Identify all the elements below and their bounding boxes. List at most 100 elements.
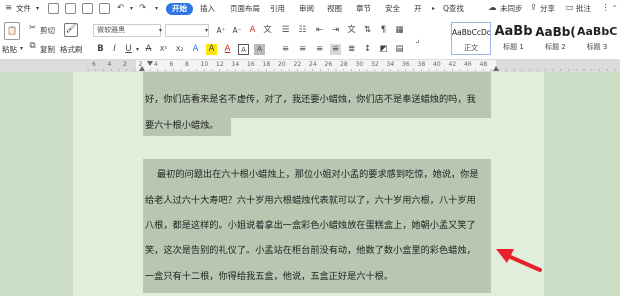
superscript-button[interactable]: X² (157, 44, 170, 55)
red-arrow-annotation (496, 249, 542, 272)
font-color-button[interactable]: A (222, 44, 233, 55)
undo-dropdown-icon[interactable]: ▾ (126, 3, 137, 14)
cloud-sync-icon[interactable]: ☁ (487, 3, 498, 14)
style-normal-preview: AaBbCcDd (452, 28, 490, 37)
export-pdf-icon[interactable] (65, 3, 76, 14)
increase-indent-icon[interactable]: ⇥ (330, 25, 341, 36)
justify-icon[interactable]: ≡ (330, 44, 341, 55)
collapse-ribbon-icon[interactable]: ^ (609, 3, 620, 14)
comment-icon[interactable]: ▭ (564, 3, 575, 14)
numbered-list-icon[interactable]: ☷ (297, 25, 308, 36)
ruler-number: 2 (123, 61, 127, 68)
show-marks-icon[interactable]: ¶ (378, 25, 389, 36)
file-menu[interactable]: 文件 (16, 3, 31, 15)
tab-security[interactable]: 安全 (385, 3, 400, 15)
ruler-number: 32 (371, 61, 379, 68)
save-icon[interactable] (48, 3, 59, 14)
align-right-icon[interactable]: ≡ (314, 44, 325, 55)
tab-home[interactable]: 开始 (166, 3, 193, 15)
horizontal-ruler[interactable]: 6 4 2 2 4 6 8 10 12 14 16 18 20 22 24 26 28 30 32 34 36 38 40 4… (0, 60, 620, 72)
search-button[interactable]: Q查找 (443, 3, 464, 15)
tab-developer[interactable]: 开 (414, 3, 422, 15)
paste-dropdown-icon[interactable]: ▾ (16, 43, 27, 54)
copy-button[interactable]: 复制 (40, 44, 55, 55)
file-menu-arrow[interactable]: ▾ (36, 3, 39, 15)
menu-bar: ≡ 文件 ▾ ↶ ▾ ↷ ▾ 开始 插入 页面布局 引用 审阅 视图 章节 安全… (0, 0, 620, 18)
tab-scroll-right-icon[interactable]: ▸ (428, 3, 439, 14)
paste-icon[interactable]: 📋 (4, 22, 20, 40)
align-center-icon[interactable]: ≡ (297, 44, 308, 55)
print-icon[interactable] (82, 3, 93, 14)
highlight-color-button[interactable]: A (206, 44, 217, 55)
ruler-number: 42 (448, 61, 457, 68)
underline-dropdown-icon[interactable]: ▾ (132, 44, 143, 55)
hamburger-icon[interactable]: ≡ (3, 3, 14, 14)
first-line-indent-marker[interactable] (147, 61, 153, 66)
decrease-indent-icon[interactable]: ⇤ (314, 25, 325, 36)
font-size-dropdown-icon[interactable]: ▾ (201, 25, 212, 36)
doc-line-3: 最初的问题出在六十根小蜡烛上，那位小姐对小孟的要求感到吃惊，她说，你是 (157, 169, 479, 180)
style-heading1-label: 标题 1 (503, 43, 524, 51)
style-heading1-preview: AaBb (494, 25, 533, 39)
style-heading1[interactable]: AaBb 标题 1 (493, 22, 534, 55)
format-painter-button[interactable]: 格式刷 (60, 44, 83, 55)
hanging-indent-marker[interactable] (139, 66, 145, 71)
ruler-number: 24 (309, 61, 317, 68)
tab-page-layout[interactable]: 页面布局 (230, 3, 260, 15)
font-shrink-button[interactable]: A⁻ (230, 25, 244, 36)
comment-button[interactable]: 批注 (576, 3, 591, 15)
font-name-value: 微软雅黑 (97, 26, 125, 34)
borders-icon[interactable]: ▦ (394, 25, 405, 36)
copy-icon[interactable]: ⧉ (27, 41, 38, 52)
char-border-icon[interactable]: A (238, 44, 249, 55)
cut-button[interactable]: 剪切 (40, 25, 55, 36)
ruler-number: 28 (340, 61, 348, 68)
paragraph-settings-icon[interactable]: ⌟ (412, 35, 423, 46)
font-name-select[interactable]: 微软雅黑 (93, 24, 161, 37)
cut-icon[interactable]: ✂ (27, 23, 38, 34)
share-button[interactable]: 分享 (540, 3, 555, 15)
style-heading3[interactable]: AaBbC 标题 3 (577, 22, 617, 55)
pinyin-guide-icon[interactable]: 文 (262, 25, 273, 36)
tab-review[interactable]: 审阅 (299, 3, 314, 15)
bullet-list-icon[interactable]: ☰ (280, 25, 291, 36)
ruler-number: 34 (386, 61, 395, 68)
font-grow-button[interactable]: A⁺ (214, 25, 228, 36)
ruler-number: 16 (247, 61, 255, 68)
subscript-button[interactable]: X₂ (173, 44, 186, 55)
format-painter-icon[interactable]: 🖌 (64, 23, 78, 37)
doc-line-4: 给老人过六十大寿吧？六十岁用六根蜡烛代表就可以了，六十岁用六根，八十岁用 (145, 195, 476, 206)
ruler-number: 26 (324, 61, 333, 68)
style-heading3-preview: AaBbC (577, 25, 617, 38)
ruler-number: 18 (262, 61, 271, 68)
print-preview-icon[interactable] (99, 3, 110, 14)
align-left-icon[interactable]: ≡ (280, 44, 291, 55)
border-dropdown-icon[interactable]: ▤ (394, 44, 405, 55)
chinese-layout-icon[interactable]: 文 (346, 25, 357, 36)
tab-references[interactable]: 引用 (270, 3, 285, 15)
shading-icon[interactable]: ◩ (378, 44, 389, 55)
tab-chapter[interactable]: 章节 (356, 3, 371, 15)
text-effect-button[interactable]: A (190, 44, 201, 55)
clear-format-button[interactable]: A (247, 25, 258, 36)
right-indent-marker[interactable] (493, 66, 499, 71)
char-shading-icon[interactable]: A (254, 44, 265, 55)
italic-button[interactable]: I (109, 44, 120, 55)
distribute-icon[interactable]: ≣ (346, 44, 357, 55)
quick-access-dropdown-icon[interactable]: ▾ (151, 3, 162, 14)
tab-view[interactable]: 视图 (327, 3, 342, 15)
undo-icon[interactable]: ↶ (115, 3, 126, 14)
ruler-number: 6 (169, 61, 174, 68)
style-normal[interactable]: AaBbCcDd 正文 (451, 22, 491, 55)
strikethrough-button[interactable]: A (143, 44, 154, 55)
ruler-number: 46 (464, 61, 472, 68)
sort-icon[interactable]: ⇅ (362, 25, 373, 36)
redo-icon[interactable]: ↷ (137, 3, 148, 14)
bold-button[interactable]: B (95, 44, 106, 55)
line-spacing-icon[interactable]: ↕ (362, 44, 373, 55)
paste-label[interactable]: 粘贴 (2, 44, 17, 55)
sync-status[interactable]: 未同步 (500, 3, 523, 15)
style-heading2[interactable]: AaBb( 标题 2 (535, 22, 576, 55)
share-icon[interactable]: ⇪ (528, 3, 539, 14)
tab-insert[interactable]: 插入 (200, 3, 215, 15)
